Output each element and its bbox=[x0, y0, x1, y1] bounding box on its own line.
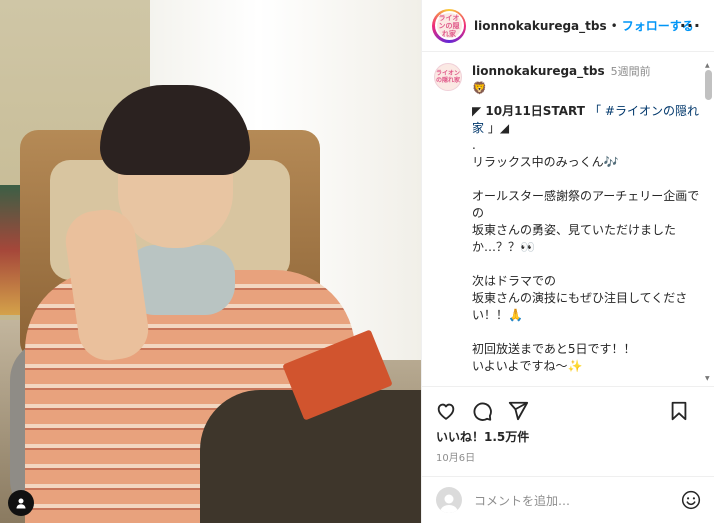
caption-line: いよいよですね〜✨ bbox=[472, 359, 583, 373]
post-photo[interactable] bbox=[0, 0, 421, 523]
current-user-avatar bbox=[436, 487, 462, 513]
caption-line: オールスター感謝祭のアーチェリー企画での bbox=[472, 189, 700, 220]
more-options-button[interactable]: ··· bbox=[680, 16, 701, 35]
comment-input[interactable]: コメントを追加… bbox=[474, 492, 570, 509]
avatar-logo: ライオンの隠れ家 bbox=[434, 11, 464, 40]
person-icon bbox=[440, 494, 458, 513]
caption-username[interactable]: lionnokakurega_tbs bbox=[472, 64, 605, 78]
lion-emoji: 🦁 bbox=[472, 81, 487, 95]
header-separator: • bbox=[610, 18, 618, 33]
emoji-button[interactable] bbox=[681, 490, 701, 514]
caption-text: ◤ 10月11日START 「 #ライオンの隠れ家 」◢ . リラックス中のみっ… bbox=[422, 95, 714, 375]
header-username[interactable]: lionnokakurega_tbs bbox=[474, 19, 607, 33]
comment-icon bbox=[473, 402, 492, 421]
person-icon bbox=[16, 498, 26, 509]
scroll-down-arrow-icon[interactable]: ▼ bbox=[705, 375, 710, 382]
scroll-up-arrow-icon[interactable]: ▲ bbox=[705, 62, 710, 69]
post-date[interactable]: 10月6日 bbox=[436, 449, 475, 464]
caption-line: . bbox=[472, 138, 476, 152]
caption-mark: ◤ bbox=[472, 104, 482, 118]
comment-button[interactable] bbox=[470, 399, 494, 423]
action-bar bbox=[422, 386, 714, 434]
comment-box: コメントを追加… bbox=[422, 476, 714, 523]
caption-line: 坂東さんの演技にもぜひ注目してください！！🙏 bbox=[472, 291, 688, 322]
share-button[interactable] bbox=[506, 399, 530, 423]
caption-mark-end: ◢ bbox=[499, 121, 510, 135]
post-header: ライオンの隠れ家 lionnokakurega_tbs • フォローする ··· bbox=[422, 0, 714, 52]
heart-icon bbox=[437, 403, 455, 420]
caption-avatar[interactable]: ライオンの隠れ家 bbox=[434, 63, 462, 91]
caption-scrollbar[interactable]: ▲ ▼ bbox=[705, 62, 712, 382]
caption-start-date: 10月11日START bbox=[481, 104, 590, 118]
bookmark-icon bbox=[671, 401, 687, 421]
caption-header: ライオンの隠れ家 lionnokakurega_tbs 5週間前 🦁 bbox=[422, 53, 714, 95]
caption-timestamp[interactable]: 5週間前 bbox=[611, 65, 651, 78]
emoji-icon bbox=[681, 490, 701, 510]
save-button[interactable] bbox=[667, 399, 691, 423]
caption-line: 次はドラマでの bbox=[472, 274, 557, 288]
caption-quote-close: 」 bbox=[484, 121, 500, 135]
post-detail-panel: ライオンの隠れ家 lionnokakurega_tbs • フォローする ···… bbox=[421, 0, 714, 523]
like-button[interactable] bbox=[434, 399, 458, 423]
profile-avatar[interactable]: ライオンの隠れ家 bbox=[432, 8, 466, 43]
caption-line: リラックス中のみっくん🎶 bbox=[472, 155, 619, 169]
caption-line: 初回放送まであと5日です！！ bbox=[472, 342, 636, 356]
caption-line: 坂東さんの勇姿、見ていただけましたか…？？👀 bbox=[472, 223, 677, 254]
scrollbar-thumb[interactable] bbox=[705, 70, 712, 100]
caption-quote-open: 「 bbox=[589, 104, 605, 118]
tagged-users-button[interactable] bbox=[8, 490, 34, 516]
caption-area[interactable]: ライオンの隠れ家 lionnokakurega_tbs 5週間前 🦁 ◤ 10月1… bbox=[422, 53, 714, 385]
like-count[interactable]: いいね！1.5万件 bbox=[436, 428, 529, 445]
caption-meta: lionnokakurega_tbs 5週間前 🦁 bbox=[472, 63, 651, 95]
share-icon bbox=[508, 401, 529, 420]
